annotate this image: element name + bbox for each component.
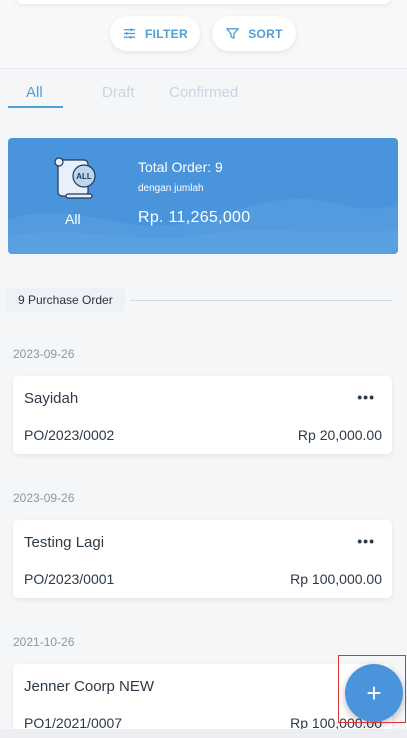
bottom-edge [0, 729, 407, 738]
plus-icon: + [366, 677, 382, 708]
order-date: 2021-10-26 [13, 635, 75, 649]
order-count-row: 9 Purchase Order [6, 288, 392, 312]
sliders-icon [123, 28, 136, 39]
tab-draft[interactable]: Draft [102, 84, 135, 101]
order-customer: Jenner Coorp NEW [24, 678, 155, 695]
order-customer: Sayidah [24, 390, 79, 407]
order-date: 2023-09-26 [13, 491, 75, 505]
order-number: PO/2023/0002 [24, 427, 115, 443]
order-date: 2023-09-26 [13, 347, 75, 361]
funnel-icon [226, 28, 239, 39]
header-edge [16, 0, 391, 4]
order-count-badge: 9 Purchase Order [6, 288, 125, 312]
order-number: PO/2023/0001 [24, 571, 115, 587]
count-divider [130, 300, 392, 301]
order-card[interactable]: Testing Lagi ••• PO/2023/0001 Rp 100,000… [13, 520, 392, 598]
sort-label: SORT [248, 26, 283, 41]
order-summary-card: ALL All Total Order: 9 dengan jumlah Rp.… [8, 138, 398, 254]
active-tab-indicator [8, 106, 63, 108]
sort-button[interactable]: SORT [212, 16, 296, 51]
summary-total-orders: Total Order: 9 [138, 159, 223, 175]
top-toolbar: FILTER SORT [0, 0, 407, 68]
order-price: Rp 20,000.00 [297, 427, 382, 443]
order-card[interactable]: Sayidah ••• PO/2023/0002 Rp 20,000.00 [13, 376, 392, 454]
order-customer: Testing Lagi [24, 534, 105, 551]
all-icon-text: ALL [76, 172, 92, 181]
order-card[interactable]: Jenner Coorp NEW PO1/2021/0007 Rp 100,00… [13, 664, 392, 738]
tab-confirmed[interactable]: Confirmed [169, 84, 238, 101]
filter-button[interactable]: FILTER [110, 16, 200, 51]
header-divider [0, 68, 407, 69]
summary-category: All [65, 211, 81, 227]
order-price: Rp 100,000.00 [290, 571, 382, 587]
filter-label: FILTER [145, 26, 188, 41]
tab-all[interactable]: All [26, 84, 43, 101]
status-tabs: All Draft Confirmed [0, 78, 407, 110]
more-options-icon[interactable]: ••• [357, 389, 375, 405]
summary-subtitle: dengan jumlah [138, 183, 204, 194]
scroll-icon: ALL [52, 156, 98, 202]
add-order-button[interactable]: + [345, 664, 403, 722]
more-options-icon[interactable]: ••• [357, 533, 375, 549]
summary-amount: Rp. 11,265,000 [138, 209, 251, 226]
